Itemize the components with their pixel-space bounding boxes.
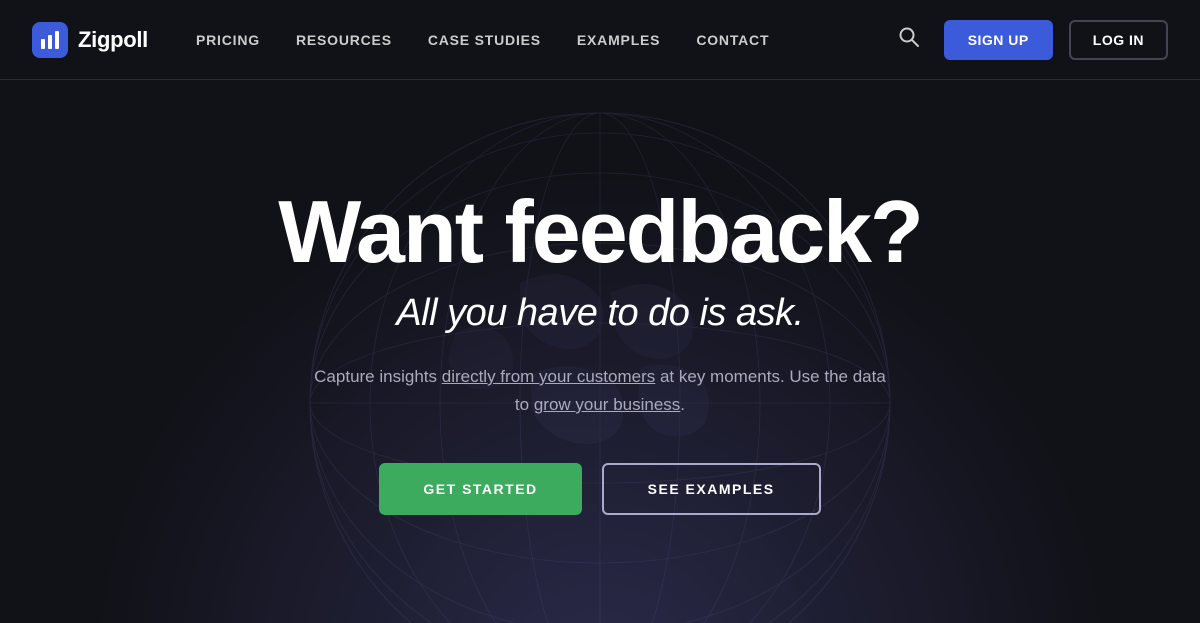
login-button[interactable]: LOG IN bbox=[1069, 20, 1168, 60]
hero-subtitle: All you have to do is ask. bbox=[396, 292, 803, 335]
get-started-button[interactable]: GET STARTED bbox=[379, 463, 581, 515]
nav-right: SIGN UP LOG IN bbox=[898, 20, 1168, 60]
hero-buttons: GET STARTED SEE EXAMPLES bbox=[379, 463, 820, 515]
nav-item-resources[interactable]: RESOURCES bbox=[296, 32, 392, 48]
nav-item-contact[interactable]: CONTACT bbox=[696, 32, 769, 48]
nav-links: PRICING RESOURCES CASE STUDIES EXAMPLES … bbox=[196, 32, 898, 48]
see-examples-button[interactable]: SEE EXAMPLES bbox=[602, 463, 821, 515]
nav-item-case-studies[interactable]: CASE STUDIES bbox=[428, 32, 541, 48]
desc-link-2: grow your business bbox=[534, 395, 680, 414]
logo-svg bbox=[39, 29, 61, 51]
hero-description: Capture insights directly from your cust… bbox=[310, 363, 890, 419]
nav-item-pricing[interactable]: PRICING bbox=[196, 32, 260, 48]
navbar: Zigpoll PRICING RESOURCES CASE STUDIES E… bbox=[0, 0, 1200, 80]
hero-section: Want feedback? All you have to do is ask… bbox=[0, 80, 1200, 623]
brand-name: Zigpoll bbox=[78, 27, 148, 53]
logo[interactable]: Zigpoll bbox=[32, 22, 148, 58]
search-icon[interactable] bbox=[898, 26, 920, 53]
nav-item-examples[interactable]: EXAMPLES bbox=[577, 32, 660, 48]
hero-title: Want feedback? bbox=[278, 188, 922, 276]
desc-link-1: directly from your customers bbox=[442, 367, 656, 386]
desc-text-1: Capture insights bbox=[314, 367, 442, 386]
signup-button[interactable]: SIGN UP bbox=[944, 20, 1053, 60]
desc-text-3: . bbox=[680, 395, 685, 414]
logo-icon bbox=[32, 22, 68, 58]
hero-content: Want feedback? All you have to do is ask… bbox=[278, 188, 922, 515]
